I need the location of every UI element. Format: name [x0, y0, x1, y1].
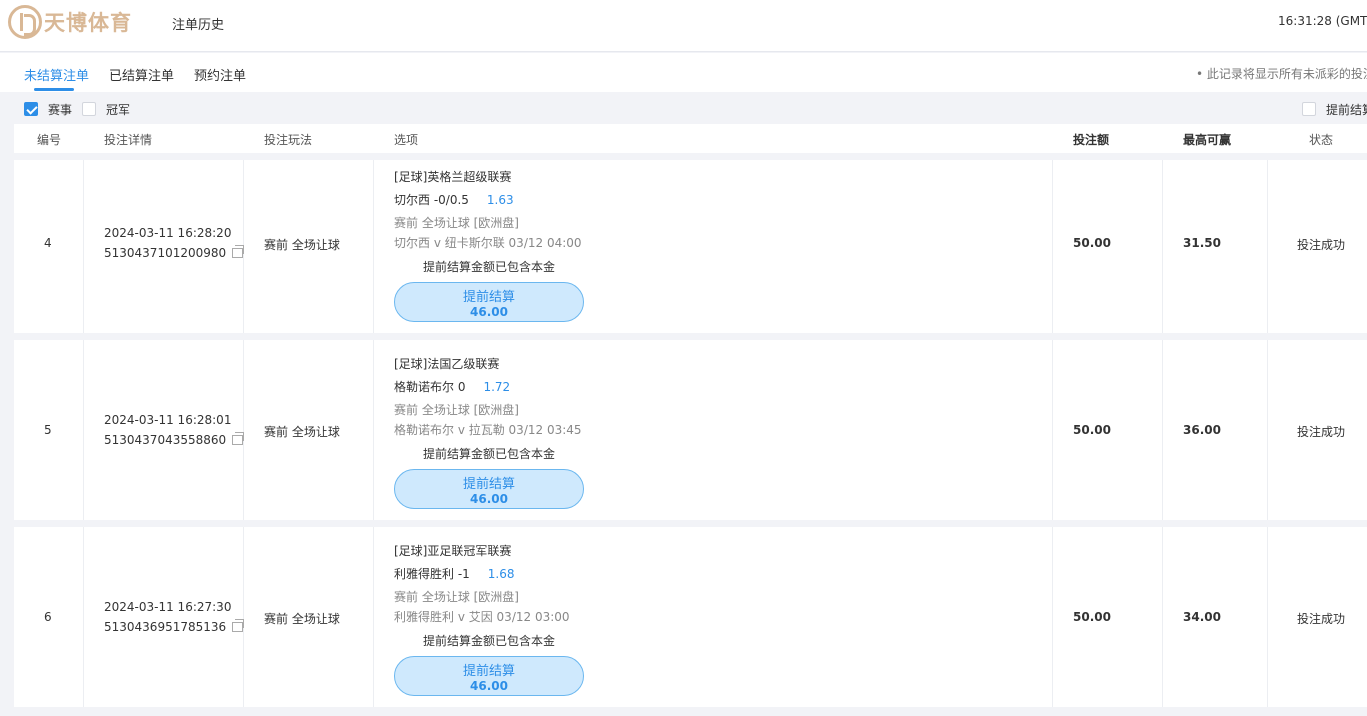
tabs-bar: 未结算注单 已结算注单 预约注单 • 此记录将显示所有未派彩的投注	[0, 53, 1367, 92]
bet-id: 5130437101200980	[104, 245, 245, 260]
table-row: 5 2024-03-11 16:28:01 5130437043558860 赛…	[14, 340, 1367, 520]
bet-pick: 格勒诺布尔 0 1.72	[394, 380, 511, 394]
bet-pick: 利雅得胜利 -1 1.68	[394, 567, 515, 581]
clock: 16:31:28 (GMT+8	[1278, 14, 1367, 28]
column-max-win: 最高可赢	[1183, 133, 1232, 147]
column-no: 编号	[37, 133, 62, 147]
league-name: [足球]亚足联冠军联赛	[394, 544, 512, 558]
bet-stake: 50.00	[1073, 423, 1111, 437]
outright-checkbox-label[interactable]: 冠军	[106, 101, 130, 118]
table-row: 6 2024-03-11 16:27:30 5130436951785136 赛…	[14, 527, 1367, 707]
bet-play: 赛前 全场让球	[264, 612, 340, 626]
early-settle-button[interactable]: 提前结算 46.00	[394, 469, 584, 509]
tab-unsettled[interactable]: 未结算注单	[24, 65, 89, 84]
bet-odds: 1.72	[483, 380, 511, 394]
tab-settled[interactable]: 已结算注单	[109, 65, 174, 84]
max-win: 34.00	[1183, 610, 1221, 624]
league-name: [足球]法国乙级联赛	[394, 357, 500, 371]
row-number: 6	[44, 610, 52, 624]
bet-id: 5130436951785136	[104, 619, 245, 634]
column-play: 投注玩法	[264, 133, 313, 147]
bet-id: 5130437043558860	[104, 432, 245, 447]
tab-reserved[interactable]: 预约注单	[194, 65, 246, 84]
brand-logo-icon	[8, 5, 42, 39]
copy-icon[interactable]	[232, 245, 245, 258]
bet-meta: 赛前 全场让球 [欧洲盘]	[394, 590, 519, 604]
brand-logo[interactable]: 天博体育	[8, 3, 132, 41]
outright-checkbox[interactable]	[82, 102, 96, 116]
row-number: 5	[44, 423, 52, 437]
league-name: [足球]英格兰超级联赛	[394, 170, 512, 184]
table-header: 编号 投注详情 投注玩法 选项 投注额 最高可赢 状态	[14, 124, 1367, 153]
bet-odds: 1.63	[486, 193, 514, 207]
row-number: 4	[44, 236, 52, 250]
notice-text: • 此记录将显示所有未派彩的投注	[1196, 67, 1367, 81]
copy-icon[interactable]	[232, 432, 245, 445]
match-info: 切尔西 v 纽卡斯尔联 03/12 04:00	[394, 236, 582, 250]
copy-icon[interactable]	[232, 619, 245, 632]
early-settle-button[interactable]: 提前结算 46.00	[394, 282, 584, 322]
max-win: 31.50	[1183, 236, 1221, 250]
column-detail: 投注详情	[104, 133, 153, 147]
early-settle-checkbox[interactable]	[1302, 102, 1316, 116]
bet-stake: 50.00	[1073, 610, 1111, 624]
settle-note: 提前结算金额已包含本金	[423, 260, 556, 274]
bet-time: 2024-03-11 16:28:01	[104, 413, 232, 427]
max-win: 36.00	[1183, 423, 1221, 437]
status-text: 投注成功	[1297, 612, 1346, 626]
settle-note: 提前结算金额已包含本金	[423, 634, 556, 648]
top-bar: 天博体育 注单历史 16:31:28 (GMT+8	[0, 0, 1367, 52]
filter-bar: 赛事 冠军 提前结算	[0, 92, 1367, 124]
column-stake: 投注额	[1073, 133, 1110, 147]
status-text: 投注成功	[1297, 238, 1346, 252]
bet-odds: 1.68	[487, 567, 515, 581]
bet-meta: 赛前 全场让球 [欧洲盘]	[394, 216, 519, 230]
status-text: 投注成功	[1297, 425, 1346, 439]
match-info: 利雅得胜利 v 艾因 03/12 03:00	[394, 610, 570, 624]
bet-time: 2024-03-11 16:28:20	[104, 226, 232, 240]
active-tab-indicator	[34, 88, 74, 91]
bet-pick: 切尔西 -0/0.5 1.63	[394, 193, 514, 207]
event-checkbox[interactable]	[24, 102, 38, 116]
bet-meta: 赛前 全场让球 [欧洲盘]	[394, 403, 519, 417]
column-status: 状态	[1309, 133, 1334, 147]
page-title: 注单历史	[172, 18, 225, 33]
bet-play: 赛前 全场让球	[264, 238, 340, 252]
early-settle-button[interactable]: 提前结算 46.00	[394, 656, 584, 696]
bet-play: 赛前 全场让球	[264, 425, 340, 439]
event-checkbox-label[interactable]: 赛事	[48, 101, 72, 118]
table-row: 4 2024-03-11 16:28:20 5130437101200980 赛…	[14, 160, 1367, 333]
bet-time: 2024-03-11 16:27:30	[104, 600, 232, 614]
bet-stake: 50.00	[1073, 236, 1111, 250]
match-info: 格勒诺布尔 v 拉瓦勒 03/12 03:45	[394, 423, 582, 437]
brand-name: 天博体育	[44, 11, 132, 35]
column-option: 选项	[394, 133, 419, 147]
settle-note: 提前结算金额已包含本金	[423, 447, 556, 461]
early-settle-checkbox-label[interactable]: 提前结算	[1326, 101, 1367, 118]
